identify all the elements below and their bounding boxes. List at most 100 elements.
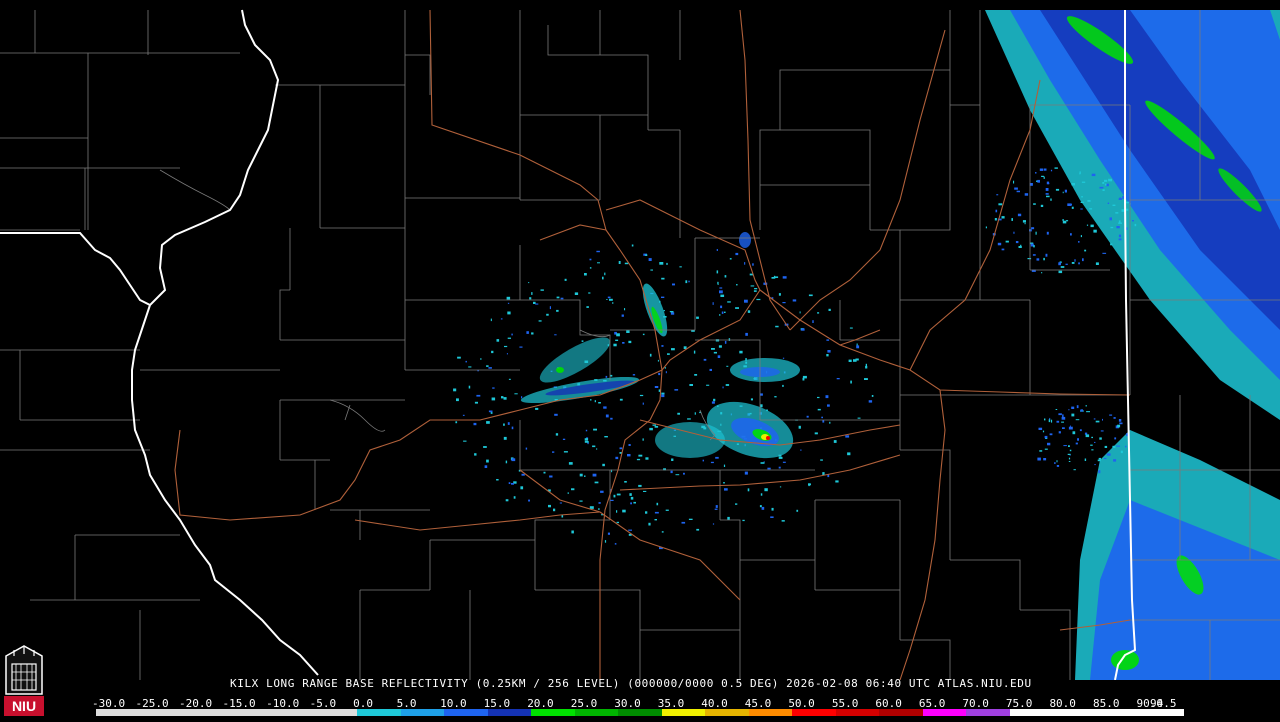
echo-speckle (1079, 172, 1081, 175)
legend-color-swatch (574, 709, 619, 716)
echo-speckle (456, 398, 459, 402)
echo-speckle (712, 523, 715, 525)
echo-speckle (605, 375, 608, 378)
echo-speckle (756, 298, 761, 301)
echo-speckle (1062, 220, 1067, 224)
echo-speckle (602, 463, 605, 467)
echo-speckle (688, 518, 693, 520)
echo-speckle (1042, 430, 1045, 433)
echo-speckle (782, 302, 786, 304)
echo-speckle (513, 496, 516, 499)
legend-color-swatch (444, 709, 488, 716)
echo-speckle (735, 307, 739, 309)
echo-speckle (709, 368, 712, 371)
echo-speckle (1044, 448, 1048, 450)
echo-speckle (613, 494, 616, 498)
echo-speckle (484, 465, 488, 468)
echo-speckle (1102, 189, 1105, 191)
echo-speckle (1073, 469, 1076, 471)
echo-speckle (1109, 414, 1113, 416)
echo-speckle (1068, 457, 1071, 460)
echo-speckle (579, 473, 583, 477)
echo-speckle (552, 451, 555, 453)
echo-speckle (1075, 419, 1080, 421)
echo-speckle (506, 296, 511, 300)
echo-speckle (607, 532, 610, 535)
echo-speckle (548, 504, 551, 508)
echo-speckle (649, 427, 653, 431)
echo-speckle (628, 529, 632, 531)
echo-speckle (511, 333, 513, 336)
legend-color-swatch (966, 709, 1010, 716)
echo-speckle (760, 393, 763, 396)
echo-speckle (626, 330, 630, 333)
echo-speckle (1033, 203, 1036, 205)
echo-speckle (778, 293, 781, 296)
echo-speckle (505, 460, 508, 464)
echo-speckle (554, 334, 557, 336)
echo-speckle (1048, 419, 1051, 423)
echo-speckle (589, 267, 592, 269)
echo-speckle (1043, 257, 1045, 261)
echo-speckle (1113, 459, 1117, 462)
echo-speckle (453, 388, 457, 392)
echo-speckle (760, 404, 763, 408)
echo-speckle (554, 413, 558, 416)
echo-speckle (696, 316, 699, 319)
echo-speckle (817, 396, 820, 399)
echo-speckle (1041, 175, 1044, 177)
echo-speckle (1080, 201, 1084, 203)
echo-speckle (1063, 445, 1067, 447)
echo-speckle (667, 353, 670, 355)
echo-speckle (549, 306, 551, 310)
echo-speckle (871, 395, 874, 397)
echo-speckle (1014, 187, 1018, 190)
echo-speckle (727, 516, 730, 520)
echo-speckle (711, 348, 715, 350)
echo-speckle (642, 333, 645, 336)
echo-speckle (643, 490, 647, 492)
echo-speckle (549, 475, 553, 478)
echo-speckle (624, 308, 626, 311)
echo-speckle (514, 393, 518, 395)
echo-speckle (835, 480, 839, 483)
echo-speckle (603, 406, 607, 409)
echo-speckle (685, 280, 688, 284)
echo-speckle (598, 508, 600, 510)
echo-speckle (1118, 234, 1122, 238)
echo-speckle (1094, 441, 1096, 443)
echo-speckle (483, 446, 487, 448)
echo-speckle (1071, 262, 1075, 264)
echo-speckle (631, 244, 634, 247)
echo-speckle (648, 258, 652, 261)
echo-speckle (661, 392, 665, 395)
echo-speckle (1118, 222, 1122, 224)
echo-speckle (476, 394, 481, 397)
echo-speckle (1103, 458, 1107, 459)
echo-speckle (1046, 231, 1049, 235)
echo-speckle (1013, 231, 1015, 234)
echo-speckle (661, 394, 665, 398)
legend-color-swatch (618, 709, 662, 716)
echo-speckle (584, 441, 589, 443)
echo-speckle (1058, 270, 1063, 274)
echo-speckle (1109, 217, 1112, 221)
legend-color-swatch (792, 709, 836, 716)
echo-speckle (584, 438, 589, 441)
echo-speckle (491, 397, 496, 401)
echo-speckle (1037, 179, 1040, 183)
echo-speckle (674, 389, 679, 391)
echo-speckle (1104, 183, 1107, 186)
echo-speckle (531, 332, 534, 335)
echo-speckle (535, 303, 539, 305)
echo-speckle (1077, 438, 1079, 441)
echo-speckle (455, 421, 458, 424)
legend-color-swatch (1140, 709, 1184, 716)
echo-speckle (528, 499, 530, 502)
echo-speckle (744, 471, 748, 475)
echo-speckle (1039, 450, 1043, 452)
echo-speckle (720, 305, 723, 309)
echo-speckle (589, 258, 592, 261)
echo-speckle (538, 320, 542, 322)
echo-speckle (507, 422, 510, 425)
